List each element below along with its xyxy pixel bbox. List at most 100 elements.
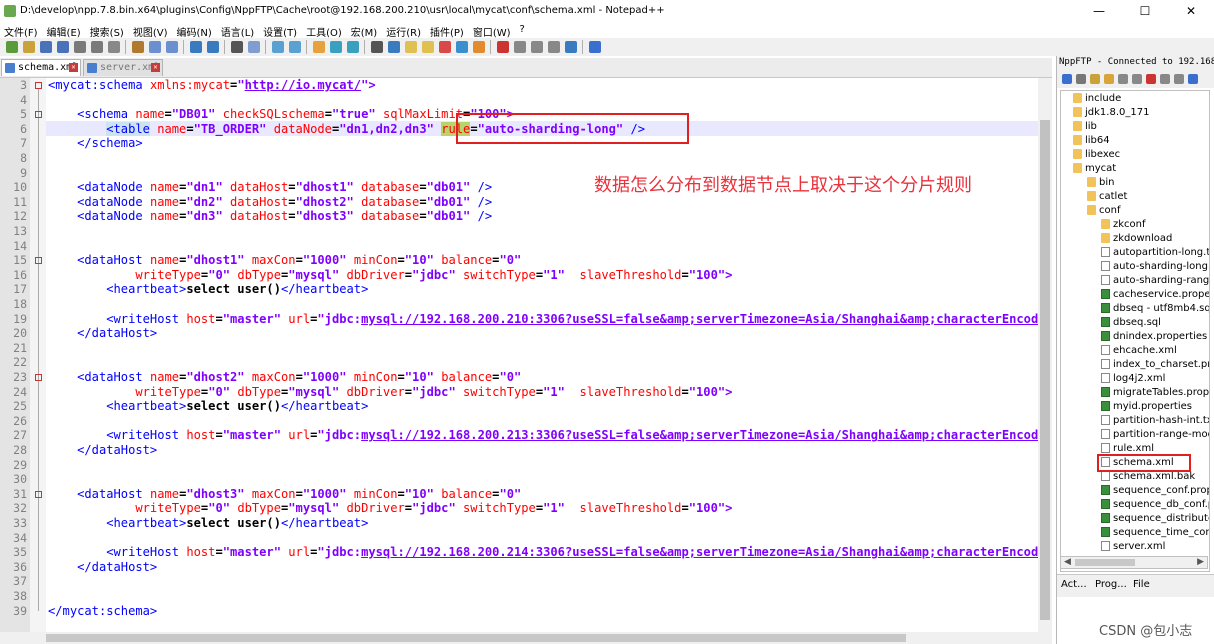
panel-tool-icon[interactable]: [1188, 74, 1198, 84]
toolbar-button-icon[interactable]: [39, 41, 52, 53]
fold-toggle-icon[interactable]: [35, 82, 42, 89]
tree-folder[interactable]: zkdownload: [1101, 232, 1172, 246]
tree-folder[interactable]: lib64: [1073, 134, 1110, 148]
log-tab-file[interactable]: File: [1133, 579, 1150, 590]
tree-file[interactable]: dbseq.sql: [1101, 316, 1161, 330]
toolbar-button-icon[interactable]: [312, 41, 325, 53]
toolbar-button-icon[interactable]: [148, 41, 161, 53]
toolbar-button-icon[interactable]: [271, 41, 284, 53]
scroll-thumb[interactable]: [1075, 559, 1135, 566]
tree-folder[interactable]: lib: [1073, 120, 1097, 134]
panel-tool-icon[interactable]: [1104, 74, 1114, 84]
tree-folder[interactable]: mycat: [1073, 162, 1116, 176]
menu-item[interactable]: ?: [516, 22, 530, 38]
panel-tool-icon[interactable]: [1076, 74, 1086, 84]
tree-folder[interactable]: zkconf: [1101, 218, 1146, 232]
menu-item[interactable]: 视图(V): [129, 22, 173, 39]
toolbar-button-icon[interactable]: [564, 41, 577, 53]
toolbar-button-icon[interactable]: [189, 41, 202, 53]
toolbar-button-icon[interactable]: [131, 41, 144, 53]
tree-file[interactable]: log4j2.xml: [1101, 372, 1165, 386]
tree-folder[interactable]: bin: [1087, 176, 1114, 190]
toolbar-button-icon[interactable]: [513, 41, 526, 53]
toolbar-button-icon[interactable]: [56, 41, 69, 53]
toolbar-button-icon[interactable]: [346, 41, 359, 53]
tree-folder[interactable]: include: [1073, 92, 1121, 106]
scroll-left-icon[interactable]: ◀: [1064, 557, 1071, 568]
tab-schema-xml[interactable]: schema.xml ✕: [1, 59, 81, 76]
toolbar-button-icon[interactable]: [288, 41, 301, 53]
toolbar-button-icon[interactable]: [404, 41, 417, 53]
maximize-button[interactable]: ☐: [1122, 0, 1168, 22]
tree-file[interactable]: partition-range-mod.txt: [1101, 428, 1209, 442]
tree-file[interactable]: auto-sharding-long.txt: [1101, 260, 1209, 274]
toolbar-button-icon[interactable]: [438, 41, 451, 53]
toolbar-button-icon[interactable]: [329, 41, 342, 53]
toolbar-button-icon[interactable]: [496, 41, 509, 53]
toolbar-button-icon[interactable]: [230, 41, 243, 53]
toolbar-button-icon[interactable]: [547, 41, 560, 53]
toolbar-button-icon[interactable]: [530, 41, 543, 53]
log-tab-actions[interactable]: Act...: [1061, 579, 1087, 590]
log-tab-progress[interactable]: Prog...: [1095, 579, 1127, 590]
panel-tool-icon[interactable]: [1160, 74, 1170, 84]
tree-file[interactable]: sequence_conf.properties: [1101, 484, 1209, 498]
toolbar-button-icon[interactable]: [206, 41, 219, 53]
panel-tool-icon[interactable]: [1132, 74, 1142, 84]
tree-file[interactable]: index_to_charset.properties: [1101, 358, 1209, 372]
toolbar-button-icon[interactable]: [73, 41, 86, 53]
close-tab-icon[interactable]: ✕: [69, 63, 78, 72]
close-button[interactable]: ✕: [1168, 0, 1214, 22]
tree-folder[interactable]: libexec: [1073, 148, 1120, 162]
tree-file[interactable]: partition-hash-int.txt: [1101, 414, 1209, 428]
tree-file[interactable]: autopartition-long.txt: [1101, 246, 1209, 260]
toolbar-button-icon[interactable]: [421, 41, 434, 53]
menu-item[interactable]: 宏(M): [347, 22, 382, 39]
menu-item[interactable]: 搜索(S): [86, 22, 129, 39]
tree-file[interactable]: sequence_db_conf.properties: [1101, 498, 1209, 512]
fold-toggle-icon[interactable]: [35, 374, 42, 381]
tree-file[interactable]: sequence_distributed_conf.properties: [1101, 512, 1209, 526]
tree-file[interactable]: auto-sharding-rang-mod.txt: [1101, 274, 1209, 288]
toolbar-button-icon[interactable]: [247, 41, 260, 53]
fold-toggle-icon[interactable]: [35, 111, 42, 119]
toolbar-button-icon[interactable]: [107, 41, 120, 53]
toolbar-button-icon[interactable]: [165, 41, 178, 53]
tree-file[interactable]: myid.properties: [1101, 400, 1192, 414]
tab-server-xml[interactable]: server.xml ✕: [83, 59, 163, 76]
toolbar-button-icon[interactable]: [5, 41, 18, 53]
toolbar-button-icon[interactable]: [588, 41, 601, 53]
toolbar-button-icon[interactable]: [370, 41, 383, 53]
toolbar-button-icon[interactable]: [472, 41, 485, 53]
minimize-button[interactable]: —: [1076, 0, 1122, 22]
menu-item[interactable]: 语言(L): [217, 22, 259, 39]
menu-item[interactable]: 运行(R): [382, 22, 426, 39]
tree-file[interactable]: cacheservice.properties: [1101, 288, 1209, 302]
panel-tool-icon[interactable]: [1090, 74, 1100, 84]
tree-file[interactable]: dbseq - utf8mb4.sql: [1101, 302, 1209, 316]
tree-folder[interactable]: jdk1.8.0_171: [1073, 106, 1149, 120]
toolbar-button-icon[interactable]: [455, 41, 468, 53]
scroll-right-icon[interactable]: ▶: [1197, 557, 1204, 568]
tree-file[interactable]: sequence_time_conf.properties: [1101, 526, 1209, 540]
toolbar-button-icon[interactable]: [22, 41, 35, 53]
tree-file[interactable]: dnindex.properties: [1101, 330, 1207, 344]
close-tab-icon[interactable]: ✕: [151, 63, 160, 72]
fold-toggle-icon[interactable]: [35, 257, 42, 265]
menu-item[interactable]: 插件(P): [426, 22, 469, 39]
horizontal-scrollbar[interactable]: [0, 632, 1052, 644]
tree-file[interactable]: migrateTables.properties: [1101, 386, 1209, 400]
toolbar-button-icon[interactable]: [387, 41, 400, 53]
vertical-scrollbar[interactable]: [1038, 78, 1052, 632]
remote-file-tree[interactable]: include jdk1.8.0_171 lib lib64 libexec mycat b…: [1060, 90, 1210, 572]
menu-item[interactable]: 工具(O): [302, 22, 347, 39]
menu-item[interactable]: 编码(N): [173, 22, 217, 39]
tree-folder[interactable]: conf: [1087, 204, 1120, 218]
toolbar-button-icon[interactable]: [90, 41, 103, 53]
panel-tool-icon[interactable]: [1118, 74, 1128, 84]
scroll-thumb[interactable]: [1040, 120, 1050, 620]
scroll-thumb[interactable]: [46, 634, 906, 642]
tree-horizontal-scrollbar[interactable]: ◀ ▶: [1060, 556, 1208, 569]
tree-folder[interactable]: catlet: [1087, 190, 1127, 204]
menu-item[interactable]: 文件(F): [0, 22, 43, 39]
